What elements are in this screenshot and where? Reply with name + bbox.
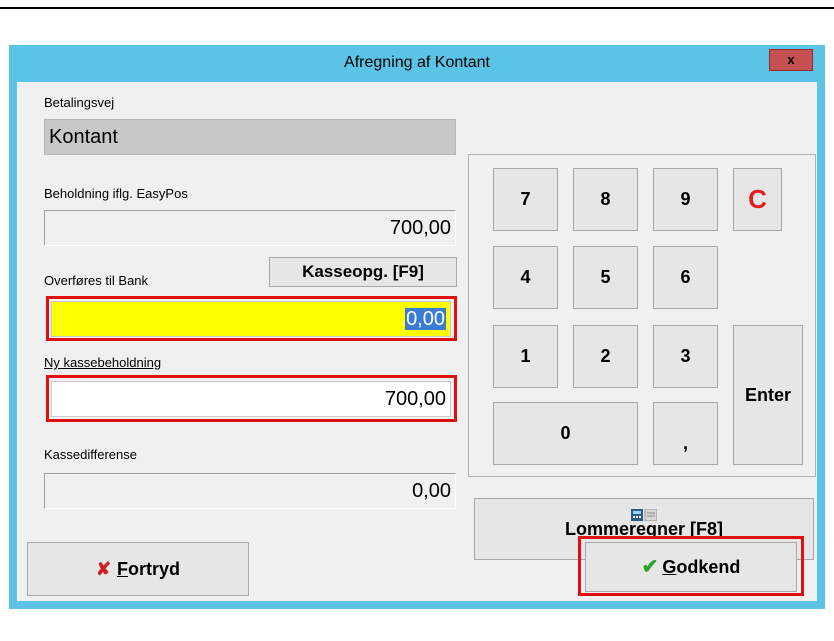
transfer-label: Overføres til Bank: [44, 273, 149, 288]
transfer-highlight-frame: [46, 296, 457, 341]
key-0[interactable]: 0: [493, 402, 638, 465]
key-2[interactable]: 2: [573, 325, 638, 388]
x-icon: ✘: [95, 559, 112, 579]
calculator-icon: [631, 505, 658, 522]
key-1[interactable]: 1: [493, 325, 558, 388]
new-cash-label: Ny kassebeholdning: [44, 355, 162, 370]
close-icon: x: [787, 52, 795, 67]
settlement-dialog: Afregning af Kontant x Betalingsvej Kont…: [9, 45, 825, 609]
key-9[interactable]: 9: [653, 168, 718, 231]
payment-method-label: Betalingsvej: [44, 95, 115, 110]
new-cash-highlight-frame: [46, 375, 457, 422]
key-7[interactable]: 7: [493, 168, 558, 231]
difference-field: 0,00: [44, 473, 456, 509]
key-4[interactable]: 4: [493, 246, 558, 309]
holding-label: Beholdning iflg. EasyPos: [44, 186, 188, 201]
key-comma[interactable]: ,: [653, 402, 718, 465]
cancel-button[interactable]: ✘ Fortryd: [27, 542, 249, 596]
cancel-label: ortryd: [128, 559, 181, 579]
payment-method-field: Kontant: [44, 119, 456, 155]
difference-label: Kassedifferense: [44, 447, 137, 462]
window-title: Afregning af Kontant: [344, 54, 490, 71]
key-clear[interactable]: C: [733, 168, 782, 231]
key-enter[interactable]: Enter: [733, 325, 803, 465]
close-button[interactable]: x: [769, 49, 813, 71]
top-divider: [0, 7, 834, 9]
approve-highlight-frame: [578, 536, 804, 596]
holding-field: 700,00: [44, 210, 456, 246]
key-6[interactable]: 6: [653, 246, 718, 309]
kasseopg-button[interactable]: Kasseopg. [F9]: [269, 257, 457, 287]
cancel-hotkey: F: [117, 559, 129, 579]
key-3[interactable]: 3: [653, 325, 718, 388]
key-5[interactable]: 5: [573, 246, 638, 309]
dialog-body: Betalingsvej Kontant Beholdning iflg. Ea…: [17, 82, 817, 601]
key-8[interactable]: 8: [573, 168, 638, 231]
